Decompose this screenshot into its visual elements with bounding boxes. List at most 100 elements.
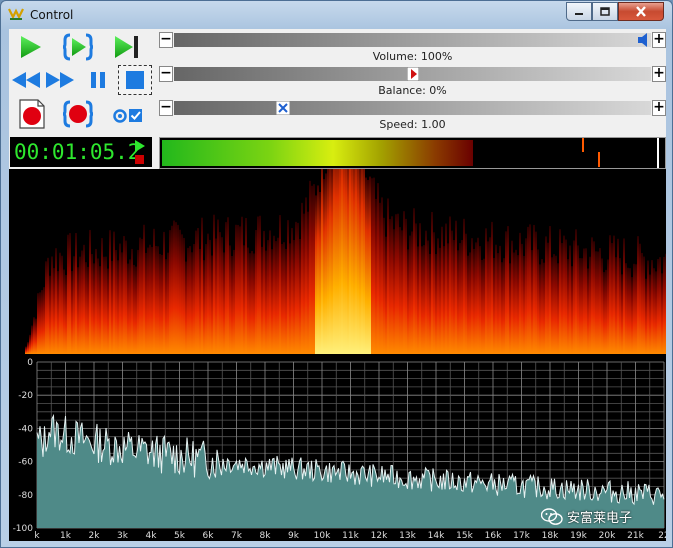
spectrogram-column — [123, 236, 125, 354]
fast-forward-button[interactable] — [43, 65, 77, 95]
x-tick-label: 10k — [314, 531, 331, 541]
x-tick-label: 4k — [146, 531, 158, 541]
spectrogram-column — [403, 211, 405, 354]
spectrogram-column — [115, 249, 117, 354]
spectrogram-column — [613, 235, 615, 354]
spectrogram-column — [405, 218, 407, 354]
volume-increase-button[interactable]: + — [652, 32, 666, 48]
spectrogram-column — [647, 260, 649, 354]
record-new-button[interactable] — [15, 99, 49, 129]
spectrogram-column — [73, 256, 75, 354]
balance-label: Balance: 0% — [378, 84, 447, 97]
title-bar[interactable]: Control — [1, 1, 672, 29]
volume-slider[interactable]: − + — [159, 32, 666, 48]
spectrogram-column — [383, 217, 385, 354]
spectrogram-column — [585, 248, 587, 354]
spectrogram-column — [423, 245, 425, 354]
play-loop-button[interactable] — [61, 32, 95, 62]
spectrogram-column — [663, 256, 665, 354]
playing-indicator-icon — [135, 140, 145, 152]
balance-slider[interactable]: − + — [159, 66, 666, 82]
volume-track[interactable] — [174, 33, 651, 47]
spectrogram-column — [655, 271, 657, 354]
speed-thumb-icon[interactable] — [275, 101, 290, 115]
close-button[interactable] — [618, 2, 664, 21]
volume-decrease-button[interactable]: − — [159, 32, 173, 48]
spectrogram-column — [75, 232, 77, 354]
speed-increase-button[interactable]: + — [652, 100, 666, 116]
spectrogram-column — [27, 342, 29, 354]
record-loop-button[interactable] — [61, 99, 95, 129]
spectrogram-column — [105, 256, 107, 354]
spectrogram-column — [223, 252, 225, 354]
spectrogram-column — [213, 214, 215, 354]
spectrogram-column — [25, 346, 27, 354]
spectrogram-column — [97, 258, 99, 354]
rewind-button[interactable] — [9, 65, 43, 95]
spectrogram-column — [309, 180, 311, 354]
spectrogram-column — [249, 253, 251, 354]
spectrogram-column — [189, 246, 191, 354]
spectrogram-column — [81, 250, 83, 354]
spectrogram-column — [569, 245, 571, 354]
spectrogram-column — [389, 219, 391, 354]
spectrogram-column — [521, 243, 523, 354]
balance-increase-button[interactable]: + — [652, 66, 666, 82]
spectrogram-column — [331, 169, 333, 354]
spectrogram-column — [659, 257, 661, 354]
maximize-button[interactable] — [592, 2, 618, 21]
spectrogram-column — [287, 220, 289, 354]
play-button[interactable] — [13, 32, 47, 62]
spectrogram-column — [191, 252, 193, 354]
spectrogram-column — [513, 252, 515, 354]
balance-decrease-button[interactable]: − — [159, 66, 173, 82]
speed-slider[interactable]: − + — [159, 100, 666, 116]
spectrogram-column — [495, 244, 497, 354]
spectrogram-column — [661, 273, 663, 354]
spectrogram-column — [163, 231, 165, 354]
spectrogram-column — [397, 213, 399, 354]
spectrogram-column — [265, 250, 267, 354]
spectrogram-column — [241, 216, 243, 354]
record-options-button[interactable] — [111, 101, 145, 131]
spectrogram-column — [377, 183, 379, 354]
spectrogram-column — [475, 242, 477, 354]
close-icon — [636, 6, 646, 17]
spectrogram-column — [157, 246, 159, 354]
stop-button[interactable] — [118, 65, 152, 95]
spectrogram-column — [255, 230, 257, 354]
spectrogram-column — [379, 202, 381, 354]
minimize-button[interactable] — [566, 2, 592, 21]
fast-forward-icon — [46, 72, 74, 88]
spectrogram-column — [141, 238, 143, 354]
spectrogram-column — [137, 249, 139, 354]
spectrogram-column — [573, 240, 575, 354]
speed-track[interactable] — [174, 101, 651, 115]
play-to-end-button[interactable] — [109, 32, 143, 62]
spectrogram-column — [171, 225, 173, 354]
spectrogram-column — [267, 240, 269, 354]
pause-button[interactable] — [81, 65, 115, 95]
spectrogram-column — [605, 269, 607, 354]
spectrogram-column — [131, 248, 133, 354]
spectrogram-column — [591, 237, 593, 354]
spectrogram-column — [53, 268, 55, 354]
spectrogram-column — [231, 255, 233, 354]
speed-decrease-button[interactable]: − — [159, 100, 173, 116]
spectrogram-column — [541, 259, 543, 354]
spectrogram-column — [649, 274, 651, 354]
spectrogram-column — [391, 216, 393, 354]
spectrogram-column — [367, 179, 369, 354]
spectrogram-column — [537, 249, 539, 354]
spectrogram-column — [443, 246, 445, 354]
spectrogram-column — [487, 241, 489, 354]
speaker-icon[interactable] — [637, 33, 651, 47]
spectrogram-column — [283, 242, 285, 354]
spectrogram-column — [291, 228, 293, 354]
balance-thumb-icon[interactable] — [406, 67, 419, 81]
spectrogram-view[interactable] — [9, 169, 666, 354]
x-tick-label: 2k — [89, 531, 101, 541]
spectrogram-column — [293, 239, 295, 354]
spectrogram-column — [217, 219, 219, 354]
spectrogram-column — [129, 259, 131, 354]
